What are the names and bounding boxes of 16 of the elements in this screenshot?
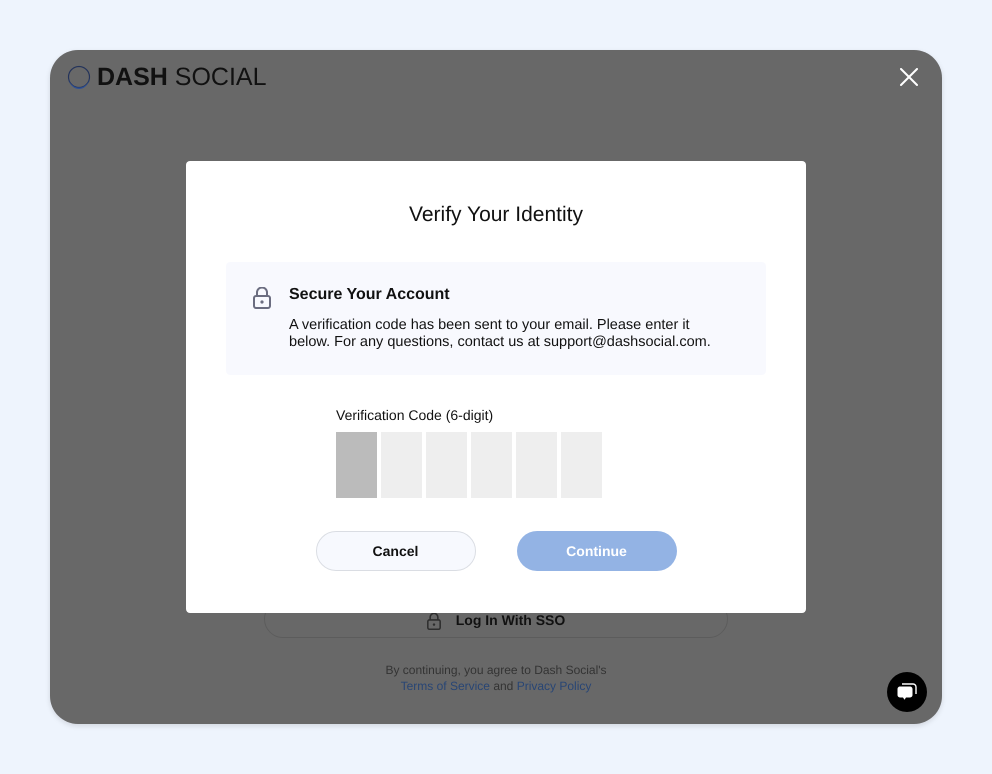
ring-logo-icon: [67, 65, 91, 89]
close-icon: [900, 68, 918, 86]
notice-heading: Secure Your Account: [289, 285, 451, 305]
lock-icon: [426, 612, 441, 630]
code-digit-field[interactable]: [336, 432, 377, 498]
cancel-button[interactable]: Cancel: [316, 531, 476, 571]
terms-link[interactable]: Terms of Service: [400, 679, 490, 693]
dialog-title: Verify Your Identity: [409, 202, 583, 228]
chat-button[interactable]: [887, 672, 927, 712]
logo-wordmark: DASH SOCIAL: [97, 62, 266, 92]
chat-bubble-icon: [896, 682, 918, 702]
privacy-link[interactable]: Privacy Policy: [516, 679, 592, 693]
lock-icon: [253, 287, 271, 309]
close-button[interactable]: [900, 68, 918, 86]
notice-message: A verification code has been sent to your email. Please enter it below. For any questions, contact us at support@dashsocial.com.: [289, 317, 712, 351]
code-label: Verification Code (6-digit): [336, 407, 494, 424]
